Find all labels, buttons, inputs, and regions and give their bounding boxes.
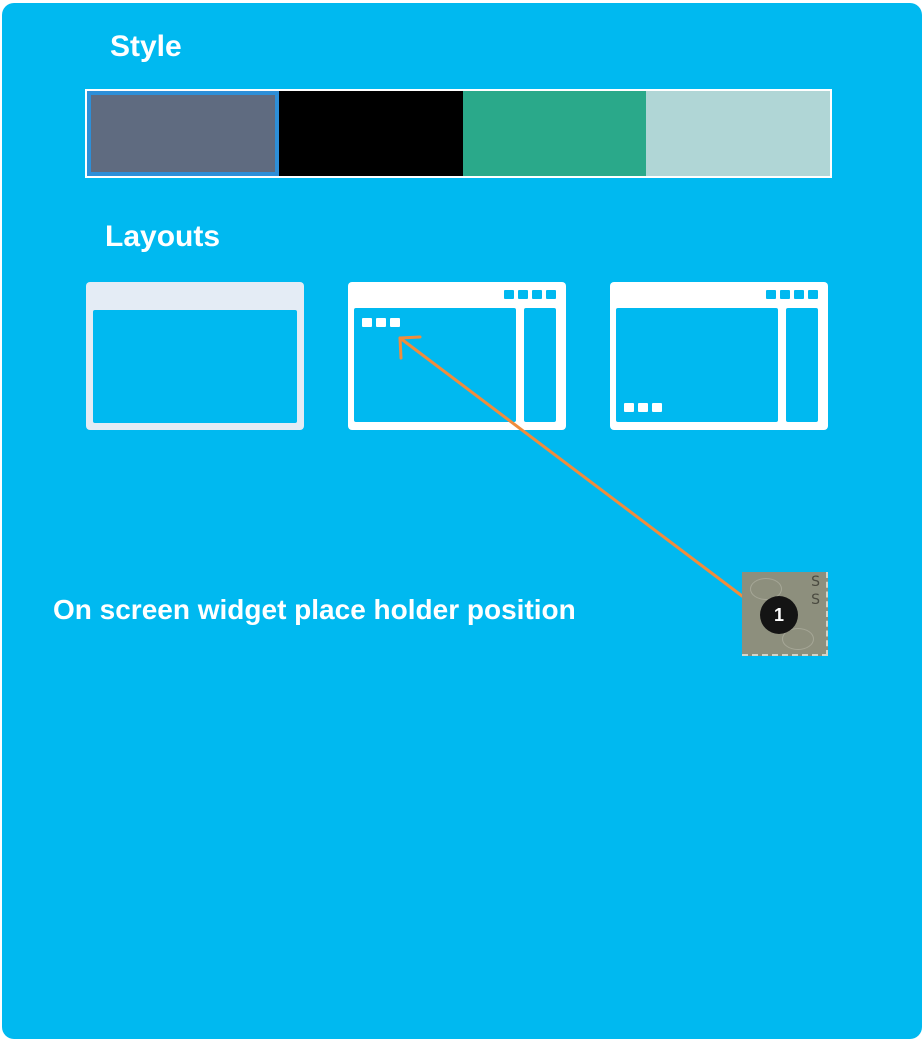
layout-option-header[interactable] (86, 282, 304, 430)
layout-side-panel (786, 308, 818, 422)
chip-letter: S (811, 574, 820, 590)
widget-placeholder-chip[interactable]: S S 1 (742, 572, 828, 656)
style-swatch-green[interactable] (462, 91, 647, 176)
style-section-title: Style (110, 30, 182, 63)
style-swatch-slate[interactable] (87, 91, 279, 176)
style-swatch-black[interactable] (278, 91, 463, 176)
layout-content-area (93, 310, 297, 423)
layout-main-area (616, 308, 778, 422)
position-number-badge: 1 (760, 596, 798, 634)
layout-main-area (354, 308, 516, 422)
chip-letter: S (811, 592, 820, 608)
layouts-section-title: Layouts (105, 220, 221, 253)
widget-placeholder-dots-icon (624, 403, 662, 412)
layout-option-widget-top-left[interactable] (348, 282, 566, 430)
layout-side-panel (524, 308, 556, 422)
style-swatch-mint[interactable] (646, 91, 830, 176)
widget-position-caption: On screen widget place holder position (53, 594, 576, 625)
toolbar-dots-icon (766, 290, 818, 299)
style-swatch-bar (85, 89, 832, 178)
widget-placeholder-dots-icon (362, 318, 400, 327)
toolbar-dots-icon (504, 290, 556, 299)
layout-option-widget-bottom-left[interactable] (610, 282, 828, 430)
